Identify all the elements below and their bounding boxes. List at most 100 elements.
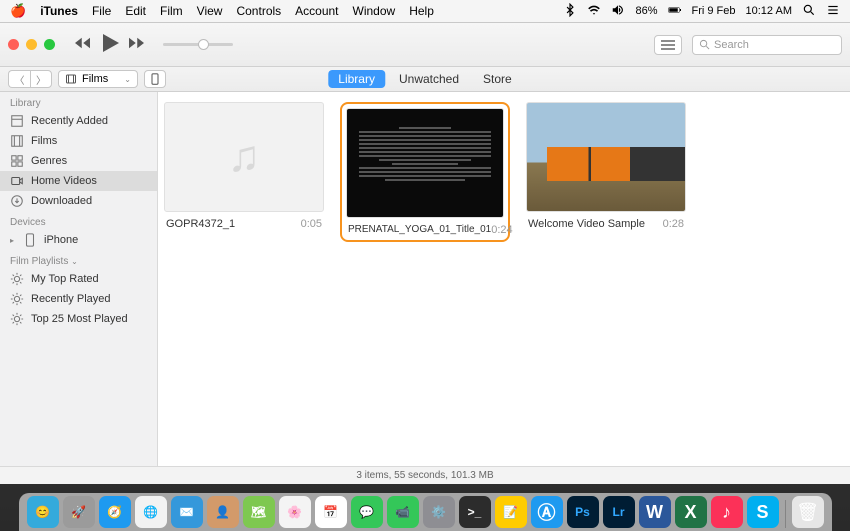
dock-messages-icon[interactable]: 💬 <box>351 496 383 528</box>
titlebar: Search <box>0 23 850 67</box>
sidebar: Library Recently Added Films Genres Home… <box>0 92 158 466</box>
minimize-button[interactable] <box>26 39 37 50</box>
phone-icon <box>23 233 37 247</box>
dock-trash-icon[interactable]: 🗑 <box>792 496 824 528</box>
menu-help[interactable]: Help <box>409 4 434 18</box>
dock-facetime-icon[interactable]: 📹 <box>387 496 419 528</box>
video-thumbnail: ♫ <box>164 102 324 212</box>
sidebar-item-home-videos[interactable]: Home Videos <box>0 171 157 191</box>
films-icon <box>10 134 24 148</box>
video-duration: 0:28 <box>663 218 684 230</box>
dock-skype-icon[interactable]: S <box>747 496 779 528</box>
search-input[interactable]: Search <box>692 35 842 55</box>
dock-launchpad-icon[interactable]: 🚀 <box>63 496 95 528</box>
chevron-down-icon[interactable]: ⌄ <box>71 257 78 266</box>
media-type-label: Films <box>82 73 108 85</box>
apple-menu-icon[interactable]: 🍎 <box>10 3 26 19</box>
status-text: 3 items, 55 seconds, 101.3 MB <box>356 470 493 481</box>
gear-icon <box>10 292 24 306</box>
sidebar-item-genres[interactable]: Genres <box>0 151 157 171</box>
sidebar-item-iphone[interactable]: ▸ iPhone <box>0 230 157 250</box>
video-title: PRENATAL_YOGA_01_Title_01 <box>348 224 491 236</box>
fullscreen-button[interactable] <box>44 39 55 50</box>
window-controls <box>8 39 55 50</box>
play-button[interactable] <box>101 32 121 57</box>
media-type-select[interactable]: Films ⌄ <box>58 70 138 88</box>
video-item[interactable]: ♫ GOPR4372_1 0:05 <box>164 102 324 230</box>
expand-icon[interactable]: ▸ <box>10 236 14 245</box>
dock-maps-icon[interactable]: 🗺 <box>243 496 275 528</box>
download-icon <box>10 194 24 208</box>
menu-film[interactable]: Film <box>160 4 183 18</box>
device-button[interactable] <box>144 70 166 88</box>
volume-slider[interactable] <box>163 43 233 46</box>
menubar-time[interactable]: 10:12 AM <box>746 5 792 17</box>
menu-edit[interactable]: Edit <box>125 4 146 18</box>
dock-separator <box>785 500 786 528</box>
sidebar-item-top-25[interactable]: Top 25 Most Played <box>0 309 157 329</box>
dock-photos-icon[interactable]: 🌸 <box>279 496 311 528</box>
sidebar-item-downloaded[interactable]: Downloaded <box>0 191 157 211</box>
dock-mail-icon[interactable]: ✉️ <box>171 496 203 528</box>
bluetooth-icon[interactable] <box>563 3 577 20</box>
home-icon <box>10 174 24 188</box>
battery-percent[interactable]: 86% <box>635 5 657 17</box>
dock-area: 😊🚀🧭🌐✉️👤🗺🌸📅💬📹⚙️>_📝ⒶPsLrWX♪S 🗑 <box>0 485 850 531</box>
wifi-icon[interactable] <box>587 3 601 20</box>
sidebar-item-recently-played[interactable]: Recently Played <box>0 289 157 309</box>
dock: 😊🚀🧭🌐✉️👤🗺🌸📅💬📹⚙️>_📝ⒶPsLrWX♪S 🗑 <box>19 493 832 531</box>
gear-icon <box>10 272 24 286</box>
recent-icon <box>10 114 24 128</box>
sidebar-item-recently-added[interactable]: Recently Added <box>0 111 157 131</box>
tab-library[interactable]: Library <box>328 70 385 88</box>
back-button[interactable]: 〈 <box>8 70 30 88</box>
video-item[interactable]: Welcome Video Sample 0:28 <box>526 102 686 230</box>
dock-calendar-icon[interactable]: 📅 <box>315 496 347 528</box>
forward-button[interactable]: 〉 <box>30 70 52 88</box>
battery-icon[interactable] <box>668 3 682 20</box>
menubar-date[interactable]: Fri 9 Feb <box>692 5 736 17</box>
tab-unwatched[interactable]: Unwatched <box>389 70 469 88</box>
toolbar: 〈 〉 Films ⌄ Library Unwatched Store <box>0 67 850 92</box>
close-button[interactable] <box>8 39 19 50</box>
video-duration: 0:24 <box>491 224 512 236</box>
dock-preferences-icon[interactable]: ⚙️ <box>423 496 455 528</box>
menu-view[interactable]: View <box>197 4 223 18</box>
menubar: 🍎 iTunes File Edit Film View Controls Ac… <box>0 0 850 22</box>
dock-itunes-icon[interactable]: ♪ <box>711 496 743 528</box>
dock-lightroom-icon[interactable]: Lr <box>603 496 635 528</box>
video-thumbnail <box>346 108 504 218</box>
sidebar-header-devices: Devices <box>0 211 157 230</box>
spotlight-icon[interactable] <box>802 3 816 20</box>
dock-chrome-icon[interactable]: 🌐 <box>135 496 167 528</box>
dock-contacts-icon[interactable]: 👤 <box>207 496 239 528</box>
dock-safari-icon[interactable]: 🧭 <box>99 496 131 528</box>
next-button[interactable] <box>127 34 149 55</box>
menu-window[interactable]: Window <box>353 4 396 18</box>
video-item-selected[interactable]: PRENATAL_YOGA_01_Title_01 0:24 <box>340 102 510 242</box>
dock-terminal-icon[interactable]: >_ <box>459 496 491 528</box>
dock-excel-icon[interactable]: X <box>675 496 707 528</box>
dock-notes-icon[interactable]: 📝 <box>495 496 527 528</box>
volume-icon[interactable] <box>611 3 625 20</box>
sidebar-item-top-rated[interactable]: My Top Rated <box>0 269 157 289</box>
previous-button[interactable] <box>73 34 95 55</box>
nav-buttons: 〈 〉 <box>8 70 52 88</box>
notification-icon[interactable] <box>826 3 840 20</box>
search-placeholder: Search <box>714 39 749 51</box>
sidebar-item-films[interactable]: Films <box>0 131 157 151</box>
dock-photoshop-icon[interactable]: Ps <box>567 496 599 528</box>
dock-finder-icon[interactable]: 😊 <box>27 496 59 528</box>
dock-appstore-icon[interactable]: Ⓐ <box>531 496 563 528</box>
menubar-left: 🍎 iTunes File Edit Film View Controls Ac… <box>10 3 434 19</box>
music-note-icon: ♫ <box>228 132 261 182</box>
tab-store[interactable]: Store <box>473 70 522 88</box>
menu-file[interactable]: File <box>92 4 111 18</box>
dock-word-icon[interactable]: W <box>639 496 671 528</box>
app-name[interactable]: iTunes <box>40 4 78 18</box>
menu-controls[interactable]: Controls <box>236 4 281 18</box>
list-view-button[interactable] <box>654 35 682 55</box>
video-duration: 0:05 <box>301 218 322 230</box>
video-grid: ♫ GOPR4372_1 0:05 PRENATAL_YOGA_01_Title… <box>158 92 850 466</box>
menu-account[interactable]: Account <box>295 4 338 18</box>
